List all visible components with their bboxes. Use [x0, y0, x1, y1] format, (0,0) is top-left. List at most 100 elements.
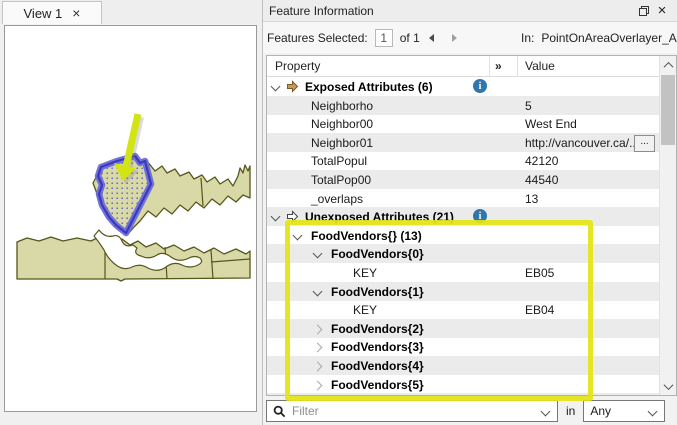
- attribute-table: Property » Value Exposed Attributes (6) i…: [266, 55, 677, 396]
- search-icon: [273, 405, 286, 418]
- table-row[interactable]: TotalPopul 42120: [267, 151, 659, 170]
- table-row[interactable]: FoodVendors{0}: [267, 244, 659, 263]
- in-value: PointOnAreaOverlayer_Area: [541, 31, 677, 45]
- chevron-down-icon: [663, 380, 673, 390]
- chevron-down-icon[interactable]: [313, 286, 323, 296]
- view-panel: View 1 ×: [0, 0, 262, 425]
- float-window-button[interactable]: [635, 3, 653, 19]
- filter-input[interactable]: Filter: [266, 400, 558, 422]
- column-divider[interactable]: [517, 56, 518, 76]
- view-tab-bar: View 1 ×: [0, 0, 262, 24]
- table-row[interactable]: Exposed Attributes (6) i: [267, 77, 659, 96]
- info-icon[interactable]: i: [473, 209, 487, 223]
- property-value: 42120: [525, 154, 558, 168]
- property-value: 13: [525, 192, 538, 206]
- table-row[interactable]: Neighbor00 West End: [267, 114, 659, 133]
- feature-source: In: PointOnAreaOverlayer_Area: [521, 22, 677, 53]
- table-row[interactable]: TotalPop0044540: [267, 170, 659, 189]
- property-name: FoodVendors{1}: [331, 285, 424, 299]
- chevron-down-icon[interactable]: [271, 212, 281, 222]
- table-row[interactable]: KEY EB05: [267, 263, 659, 282]
- property-name: FoodVendors{3}: [331, 340, 424, 354]
- table-row[interactable]: FoodVendors{5}: [267, 375, 659, 394]
- table-row[interactable]: FoodVendors{6}: [267, 393, 659, 396]
- property-name: KEY: [353, 266, 377, 280]
- in-label: In:: [521, 31, 534, 45]
- property-name: Exposed Attributes (6): [305, 80, 433, 94]
- next-feature-button[interactable]: [452, 34, 457, 42]
- property-name: Neighbor00: [311, 117, 373, 131]
- column-divider[interactable]: [489, 56, 490, 76]
- filter-scope-select[interactable]: Any: [583, 400, 665, 422]
- property-name: FoodVendors{5}: [331, 378, 424, 392]
- table-row[interactable]: FoodVendors{3}: [267, 337, 659, 356]
- panel-title-bar: Feature Information ×: [263, 0, 677, 22]
- scroll-up-button[interactable]: [660, 57, 676, 73]
- features-selected-label: Features Selected:: [267, 31, 368, 45]
- property-column-header: Property: [275, 59, 320, 73]
- property-name: TotalPopul: [311, 154, 367, 168]
- unexposed-arrow: [286, 210, 299, 223]
- property-name: FoodVendors{2}: [331, 322, 424, 336]
- table-row[interactable]: FoodVendors{} (13): [267, 226, 659, 245]
- table-row[interactable]: FoodVendors{2}: [267, 319, 659, 338]
- chevron-right-icon[interactable]: [313, 362, 323, 372]
- property-name: FoodVendors{4}: [331, 359, 424, 373]
- table-header: Property » Value: [267, 56, 676, 77]
- filter-scope-value: Any: [590, 404, 611, 418]
- property-name: TotalPop00: [311, 173, 371, 187]
- table-row[interactable]: _overlaps 13: [267, 189, 659, 208]
- table-row[interactable]: Neighbor01 http://vancouver.ca/......: [267, 133, 659, 152]
- tab-view-1[interactable]: View 1 ×: [2, 1, 102, 24]
- property-value: EB05: [525, 266, 554, 280]
- property-name: KEY: [353, 303, 377, 317]
- table-row[interactable]: Unexposed Attributes (21)i: [267, 207, 659, 226]
- close-panel-button[interactable]: ×: [653, 3, 671, 19]
- chevron-right-icon[interactable]: [313, 343, 323, 353]
- feature-index-box[interactable]: 1: [375, 29, 393, 47]
- chevron-down-icon[interactable]: [313, 249, 323, 259]
- table-row[interactable]: KEY EB04: [267, 300, 659, 319]
- property-name: Neighborho: [311, 99, 373, 113]
- map-canvas: [5, 26, 256, 411]
- previous-feature-button[interactable]: [429, 34, 434, 42]
- close-icon: ×: [658, 2, 667, 19]
- scroll-down-button[interactable]: [660, 378, 676, 394]
- panel-title: Feature Information: [269, 4, 635, 18]
- value-column-header: Value: [525, 59, 555, 73]
- chevron-down-icon[interactable]: [293, 230, 303, 240]
- info-icon[interactable]: i: [473, 79, 487, 93]
- tab-close-icon[interactable]: ×: [72, 6, 80, 20]
- float-window-icon: [638, 5, 650, 17]
- feature-information-panel: Feature Information × Features Selected:…: [262, 0, 677, 425]
- expand-columns-button[interactable]: »: [495, 59, 502, 73]
- property-value: http://vancouver.ca/...: [525, 136, 639, 150]
- vertical-scrollbar[interactable]: [659, 56, 676, 395]
- filter-bar: Filter in Any: [263, 397, 677, 425]
- filter-in-label: in: [566, 404, 575, 418]
- open-value-button[interactable]: ...: [634, 135, 655, 152]
- table-row[interactable]: FoodVendors{1}: [267, 282, 659, 301]
- table-row[interactable]: Neighborho 5: [267, 96, 659, 115]
- property-name: FoodVendors{0}: [331, 247, 424, 261]
- chevron-right-icon[interactable]: [313, 324, 323, 334]
- chevron-up-icon: [663, 61, 673, 71]
- chevron-down-icon: [648, 407, 658, 417]
- chevron-down-icon[interactable]: [271, 82, 281, 92]
- feature-count-label: of 1: [400, 31, 420, 45]
- property-name: Neighbor01: [311, 136, 373, 150]
- table-row[interactable]: FoodVendors{4}: [267, 356, 659, 375]
- property-value: 5: [525, 99, 532, 113]
- tab-view-1-label: View 1: [24, 6, 63, 21]
- property-name: _overlaps: [311, 192, 363, 206]
- exposed-arrow-icon: [286, 80, 299, 93]
- filter-dropdown-icon[interactable]: [541, 407, 551, 417]
- exposed-arrow: [286, 80, 299, 93]
- attribute-rows: Exposed Attributes (6)iNeighborho5Neighb…: [267, 77, 659, 395]
- map-view[interactable]: [4, 25, 257, 412]
- scrollbar-thumb[interactable]: [661, 75, 675, 145]
- property-value: EB04: [525, 303, 554, 317]
- feature-selection-toolbar: Features Selected: 1 of 1 In: PointOnAre…: [263, 22, 677, 53]
- property-value: West End: [525, 117, 577, 131]
- chevron-right-icon[interactable]: [313, 380, 323, 390]
